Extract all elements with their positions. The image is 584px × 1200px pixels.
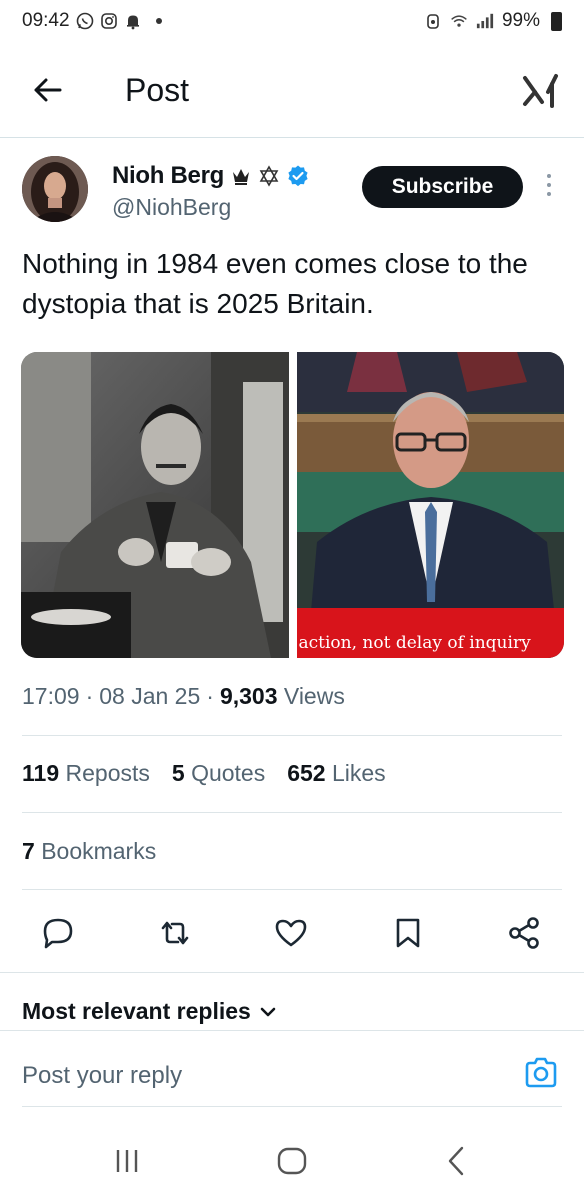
back-button[interactable]: [30, 72, 66, 108]
repost-icon: [161, 921, 189, 945]
top-app-bar: Post: [0, 42, 584, 138]
author-name[interactable]: Nioh Berg: [112, 162, 224, 190]
reposts-stat[interactable]: 119 Reposts: [22, 760, 150, 787]
home-button[interactable]: [275, 1144, 309, 1178]
divider: [0, 972, 584, 973]
divider: [22, 889, 562, 890]
chevron-down-icon: [260, 1007, 276, 1016]
like-button[interactable]: [273, 915, 309, 951]
bookmarks-stat[interactable]: 7 Bookmarks: [22, 838, 156, 865]
author-handle[interactable]: @NiohBerg: [112, 194, 231, 221]
chevron-left-icon: [448, 1146, 464, 1176]
caption-bar: action, not delay of inquiry: [296, 608, 564, 658]
whatsapp-icon: [76, 12, 94, 30]
avatar[interactable]: [22, 156, 88, 222]
page-title: Post: [125, 72, 190, 108]
system-nav-bar: [0, 1120, 584, 1200]
camera-icon: [525, 1057, 557, 1088]
instagram-icon: [100, 12, 118, 30]
post-date: 08 Jan 25: [99, 683, 201, 709]
divider: [22, 812, 562, 813]
likes-stat[interactable]: 652 Likes: [287, 760, 385, 787]
camera-button[interactable]: [524, 1056, 558, 1090]
divider: [22, 735, 562, 736]
arrow-left-icon: [34, 78, 62, 102]
quotes-stat[interactable]: 5 Quotes: [172, 760, 265, 787]
crown-icon: [232, 169, 249, 185]
notification-dot-icon: [155, 18, 162, 24]
more-options-icon[interactable]: [540, 174, 558, 200]
views-label: Views: [283, 683, 345, 709]
status-bar: 09:42 99%: [0, 0, 584, 42]
bookmark-icon: [396, 918, 420, 948]
verified-icon: [288, 165, 308, 187]
subscribe-button[interactable]: Subscribe: [362, 166, 523, 208]
replies-sort-label: Most relevant replies: [22, 998, 251, 1024]
recent-apps-icon: [116, 1150, 138, 1172]
replies-sort-button[interactable]: Most relevant replies: [22, 998, 277, 1025]
separator-dot: ·: [206, 683, 214, 709]
divider: [22, 1106, 562, 1107]
bell-icon: [124, 12, 142, 30]
recent-apps-button[interactable]: [110, 1144, 144, 1178]
image-caption: action, not delay of inquiry: [298, 633, 531, 653]
bookmark-button[interactable]: [390, 915, 426, 951]
alarm-icon: [424, 12, 442, 30]
reply-composer[interactable]: Post your reply: [0, 1040, 584, 1108]
reply-button[interactable]: [40, 915, 76, 951]
status-time: 09:42: [22, 10, 70, 31]
share-button[interactable]: [506, 915, 542, 951]
media-image-parliament[interactable]: action, not delay of inquiry: [296, 352, 564, 658]
heart-icon: [275, 919, 307, 947]
grok-button[interactable]: [522, 70, 560, 110]
post-time: 17:09: [22, 683, 80, 709]
reply-input[interactable]: Post your reply: [22, 1062, 182, 1090]
post-actions: [0, 905, 584, 961]
reply-icon: [43, 918, 73, 949]
grok-icon: [523, 74, 558, 108]
wifi-icon: [450, 12, 468, 30]
post-author: Nioh Berg @NiohBerg Subscribe: [0, 152, 584, 232]
post-media: action, not delay of inquiry: [21, 352, 564, 658]
battery-percent: 99%: [501, 10, 540, 31]
repost-button[interactable]: [157, 915, 193, 951]
battery-icon: [551, 11, 562, 31]
home-icon: [277, 1147, 307, 1175]
divider: [0, 1030, 584, 1031]
views-count: 9,303: [219, 683, 278, 709]
post-text: Nothing in 1984 even comes close to the …: [22, 248, 528, 319]
system-back-button[interactable]: [440, 1144, 474, 1178]
post-stats: 119 Reposts 5 Quotes 652 Likes: [22, 760, 386, 787]
separator-dot: ·: [85, 683, 94, 709]
signal-icon: [476, 12, 494, 30]
share-icon: [509, 917, 539, 949]
media-image-orwell[interactable]: [21, 352, 289, 658]
star-of-david-icon: [259, 165, 279, 187]
post-meta: 17:09 · 08 Jan 25 · 9,303 Views: [22, 683, 345, 710]
